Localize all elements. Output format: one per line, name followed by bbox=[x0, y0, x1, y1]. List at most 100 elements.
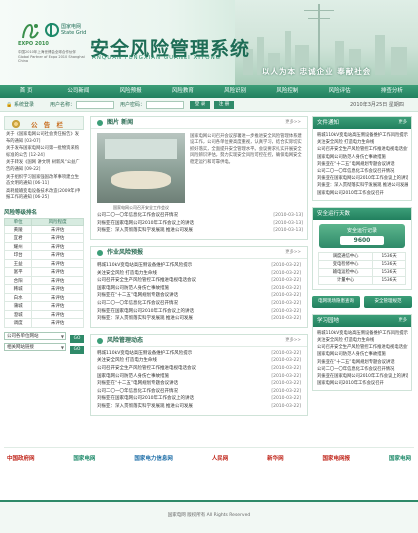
list-item[interactable]: 刘振亚在国家电网公司2010年工作会议上的讲话 bbox=[317, 175, 408, 182]
company-sites-select[interactable]: 公司各单位网站 ▼ bbox=[4, 331, 66, 340]
doc-notice-more-link[interactable]: 更多 bbox=[398, 117, 407, 129]
item-text: 刘振亚在国家电网公司2010年工作会议上的讲话 bbox=[97, 220, 194, 226]
announcement-item[interactable]: 关于发布国家电网公司第一批物资采购标准的公告 [12-24] bbox=[6, 146, 82, 159]
username-input[interactable] bbox=[76, 101, 114, 109]
partner-logo[interactable]: 中国政府网 bbox=[4, 452, 38, 466]
table-row: 韩城 未评估 bbox=[3, 284, 84, 294]
safety-standard-button[interactable]: 安全管理规范 bbox=[364, 295, 412, 308]
list-item[interactable]: 刘振亚在“十二五”电网规划专题会议讲话 bbox=[317, 161, 408, 168]
list-item[interactable]: 国家电网公司2010年工作会议召开 bbox=[317, 380, 408, 387]
doc-notice-header: 文件通知 更多 bbox=[313, 117, 411, 129]
list-item[interactable]: 刘振亚在“十二五”电网规划专题会议讲话 [2010-03-22] bbox=[97, 380, 301, 388]
list-item[interactable]: 韩城110kV变电站高压侧设备维护工作风险提示 bbox=[317, 132, 408, 139]
nav-risk-forecast[interactable]: 风险预报 bbox=[105, 85, 157, 98]
company-go-button[interactable]: GO bbox=[70, 334, 84, 343]
list-item[interactable]: 公司二〇一〇年信息化工作会议召开情况 bbox=[317, 168, 408, 175]
list-item[interactable]: 韩城110kV变电站高压侧设备维护工作风险提示 [2010-03-22] bbox=[97, 350, 301, 358]
list-item[interactable]: 公司召开安全生产风险管控工作推进电视电话会议 bbox=[317, 146, 408, 153]
list-item[interactable]: 公司召开安全生产风险管控工作推进电视电话会议 [2010-03-22] bbox=[97, 365, 301, 373]
list-item[interactable]: 刘振亚：深入贯彻落实科学发展观 推进公司发展 [2010-03-13] bbox=[97, 227, 303, 235]
list-item[interactable]: 国家电网公司防范人身伤亡事故措施 [2010-03-22] bbox=[97, 285, 301, 293]
table-row: 调度 未评估 bbox=[3, 318, 84, 328]
nav-risk-assessment[interactable]: 风险评估 bbox=[314, 85, 366, 98]
item-date: [2010-03-22] bbox=[271, 300, 301, 306]
password-input[interactable] bbox=[146, 101, 184, 109]
nav-company-news[interactable]: 公司新闻 bbox=[52, 85, 104, 98]
partner-logo[interactable]: 人民网 bbox=[209, 452, 232, 466]
list-item[interactable]: 刘振亚：深入贯彻落实科学发展观 推进公司发展 [2010-03-22] bbox=[97, 315, 301, 323]
list-item[interactable]: 刘振亚在“十二五”电网规划专题会议讲话 bbox=[317, 359, 408, 366]
news-photo-caption[interactable]: 国家电网公司召开安全工作会议 bbox=[97, 205, 185, 211]
nav-inspection-analysis[interactable]: 排查分析 bbox=[366, 85, 418, 98]
item-text: 关注安全风险 打造电力生命线 bbox=[97, 358, 157, 364]
list-item[interactable]: 刘振亚：深入贯彻落实科学发展观 推进公司发展 [2010-03-22] bbox=[97, 403, 301, 411]
image-news-header: 图片 新闻 更多>> bbox=[91, 117, 307, 129]
list-item[interactable]: 国家电网公司防范人身伤亡事故措施 bbox=[317, 154, 408, 161]
register-button[interactable]: 注 册 bbox=[214, 101, 234, 109]
list-item[interactable]: 韩城110kV变电站高压侧设备维护工作风险提示 [2010-03-22] bbox=[97, 262, 301, 270]
list-item[interactable]: 关注安全风险 打造电力生命线 [2010-03-22] bbox=[97, 357, 301, 365]
list-item[interactable]: 公司二〇一〇年信息化工作会议召开情况 [2010-03-22] bbox=[97, 300, 301, 308]
partner-logo[interactable]: 国家电网 bbox=[386, 452, 414, 466]
list-item[interactable]: 公司二〇一〇年信息化工作会议召开情况 [2010-03-22] bbox=[97, 388, 301, 396]
partner-logo[interactable]: 国家电力信息网 bbox=[131, 452, 176, 466]
item-date: [2010-03-22] bbox=[271, 285, 301, 291]
study-title: 学习园地 bbox=[317, 317, 340, 324]
nav-risk-education[interactable]: 风险教育 bbox=[157, 85, 209, 98]
days-cell: 1536天 bbox=[372, 275, 406, 285]
list-item[interactable]: 公司召开安全生产风险管控工作推进电视电话会议 [2010-03-22] bbox=[97, 277, 301, 285]
list-item[interactable]: 公司二〇一〇年信息化工作会议召开情况 bbox=[317, 366, 408, 373]
list-item[interactable]: 公司二〇一〇年信息化工作会议召开情况 [2010-03-13] bbox=[97, 212, 303, 220]
risk-cell: 未评估 bbox=[31, 292, 84, 303]
study-more-link[interactable]: 更多 bbox=[398, 315, 407, 327]
announcement-item[interactable]: 关于转发《国网 讲文明 树新风“公益广告的通知 [09-22] bbox=[6, 160, 82, 173]
page: EXPO 2010 国家电网 State Grid 中国2010年上海世博会全球… bbox=[0, 0, 418, 533]
safe-days-header: 安全运行天数 bbox=[313, 207, 411, 220]
dept-cell: 变电检修中心 bbox=[317, 259, 374, 269]
gear-icon bbox=[11, 119, 21, 129]
list-item[interactable]: 刘振亚：深入贯彻落实科学发展观 推进公司发展 bbox=[317, 182, 408, 189]
quick-buttons: 电网现场隐患查询 安全管理规范 bbox=[312, 295, 412, 308]
list-item[interactable]: 关注安全风险 打造电力生命线 bbox=[317, 139, 408, 146]
list-item[interactable]: 关注安全风险 打造电力生命线 bbox=[317, 337, 408, 344]
related-go-button[interactable]: GO bbox=[70, 345, 84, 354]
list-item[interactable]: 国家电网公司防范人身伤亡事故措施 bbox=[317, 351, 408, 358]
list-item[interactable]: 国家电网公司2010年工作会议召开 bbox=[317, 190, 408, 197]
list-item[interactable]: 国家电网公司防范人身伤亡事故措施 [2010-03-22] bbox=[97, 373, 301, 381]
risk-cell: 未评估 bbox=[31, 224, 84, 235]
list-item[interactable]: 刘振亚在国家电网公司2010年工作会议上的讲话 [2010-03-13] bbox=[97, 220, 303, 228]
hazard-query-button[interactable]: 电网现场隐患查询 bbox=[312, 295, 360, 308]
announcement-item[interactable]: 高耗能输变电设备技术改造(2009年)申报工作的通知 [06-25] bbox=[6, 189, 82, 202]
list-item[interactable]: 刘振亚在国家电网公司2010年工作会议上的讲话 [2010-03-22] bbox=[97, 395, 301, 403]
risk-dynamic-panel: 风险管理动态 更多>> 韩城110kV变电站高压侧设备维护工作风险提示 [2010… bbox=[90, 333, 308, 416]
risk-warning-more-link[interactable]: 更多>> bbox=[285, 247, 301, 259]
announcement-item[interactable]: 关于组织学习国家强国改革事项建立生态文明的通知 [06-11] bbox=[6, 175, 82, 188]
login-button[interactable]: 登 录 bbox=[190, 101, 210, 109]
table-row: 耀州 未评估 bbox=[3, 241, 84, 252]
news-photo[interactable] bbox=[97, 133, 185, 203]
list-item[interactable]: 韩城110kV变电站高压侧设备维护工作风险提示 bbox=[317, 330, 408, 337]
list-item[interactable]: 关注安全风险 打造电力生命线 [2010-03-22] bbox=[97, 270, 301, 278]
company-sites-select-value: 公司各单位网站 bbox=[7, 333, 39, 339]
nav-risk-control[interactable]: 风险控制 bbox=[261, 85, 313, 98]
list-item[interactable]: 公司召开安全生产风险管控工作推进电视电话会议 bbox=[317, 344, 408, 351]
partner-logo[interactable]: 国家电网报 bbox=[320, 452, 354, 466]
list-item[interactable]: 刘振亚在“十二五”电网规划专题会议讲话 [2010-03-22] bbox=[97, 292, 301, 300]
item-text: 刘振亚在“十二五”电网规划专题会议讲话 bbox=[97, 381, 179, 387]
nav-risk-identification[interactable]: 风险识别 bbox=[209, 85, 261, 98]
nav-home[interactable]: 首 页 bbox=[0, 85, 52, 98]
image-news-panel: 图片 新闻 更多>> 国家电网公司召开安全工作会议 国家电网公司召开会议部署进一… bbox=[90, 116, 308, 240]
table-row: 计量中心 1536天 bbox=[317, 275, 406, 285]
list-item[interactable]: 刘振亚在国家电网公司2010年工作会议上的讲话 bbox=[317, 373, 408, 380]
table-row: 白水 未评估 bbox=[3, 292, 84, 303]
image-news-more-link[interactable]: 更多>> bbox=[285, 117, 301, 129]
list-item[interactable]: 刘振亚在国家电网公司2010年工作会议上的讲话 [2010-03-22] bbox=[97, 308, 301, 316]
partner-logo[interactable]: 国家电网 bbox=[70, 452, 98, 466]
password-label: 用户密码： bbox=[120, 102, 146, 108]
risk-warning-title: 作业风险预报 bbox=[107, 249, 144, 256]
risk-dynamic-more-link[interactable]: 更多>> bbox=[285, 335, 301, 347]
related-sites-select[interactable]: 相关网站链接 ▼ bbox=[4, 342, 66, 351]
col-header-risk: 风险程度 bbox=[31, 217, 84, 226]
announcement-item[interactable]: 关于《国家电网公司社会责任报告》发布的通知 [03-07] bbox=[6, 132, 82, 145]
partner-logo[interactable]: 新华网 bbox=[264, 452, 287, 466]
